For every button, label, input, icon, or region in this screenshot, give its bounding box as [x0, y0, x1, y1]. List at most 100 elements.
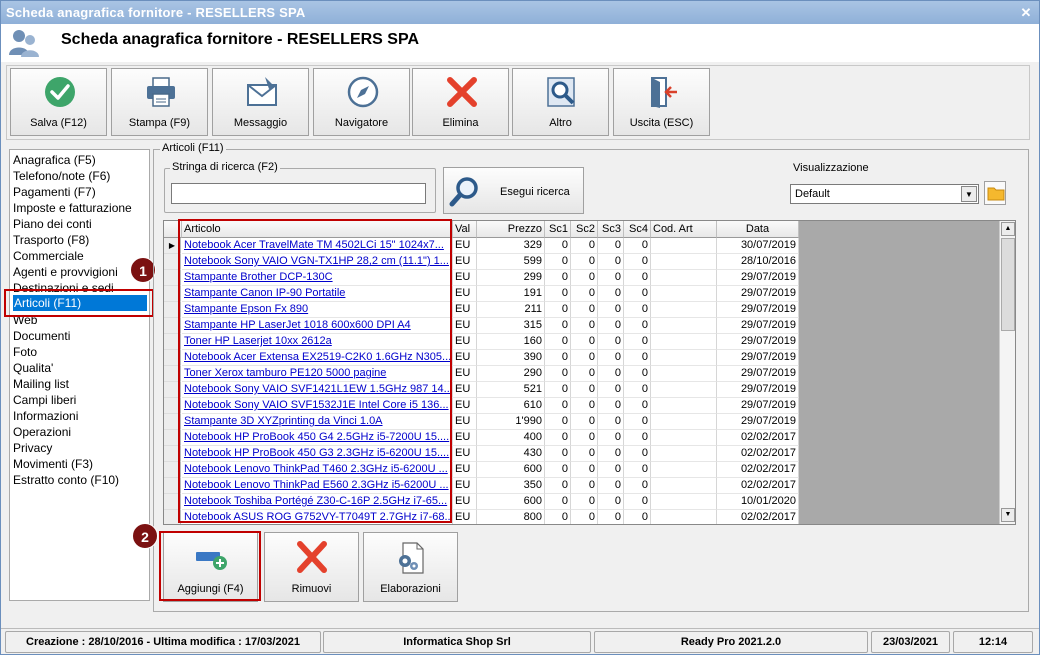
scroll-down-icon[interactable]: ▼ — [1001, 508, 1015, 522]
cell-sc4[interactable]: 0 — [624, 270, 651, 286]
cell-sc2[interactable]: 0 — [571, 238, 598, 254]
cell-sc4[interactable]: 0 — [624, 286, 651, 302]
cell-sc1[interactable]: 0 — [545, 462, 571, 478]
cell-sc2[interactable]: 0 — [571, 302, 598, 318]
cell-sc2[interactable]: 0 — [571, 350, 598, 366]
sidebar-item-anagrafica[interactable]: Anagrafica (F5) — [13, 152, 96, 168]
cell-data[interactable]: 29/07/2019 — [717, 302, 799, 318]
cell-sc1[interactable]: 0 — [545, 398, 571, 414]
cell-data[interactable]: 29/07/2019 — [717, 398, 799, 414]
remove-button[interactable]: Rimuovi — [264, 532, 359, 602]
cell-val[interactable]: EU — [453, 382, 477, 398]
scroll-thumb[interactable] — [1001, 238, 1015, 331]
cell-sc1[interactable]: 0 — [545, 478, 571, 494]
cell-sc4[interactable]: 0 — [624, 494, 651, 510]
processing-button[interactable]: Elaborazioni — [363, 532, 458, 602]
cell-data[interactable]: 30/07/2019 — [717, 238, 799, 254]
cell-data[interactable]: 29/07/2019 — [717, 382, 799, 398]
cell-val[interactable]: EU — [453, 302, 477, 318]
sidebar-item-documenti[interactable]: Documenti — [13, 328, 70, 344]
cell-cod-art[interactable] — [651, 494, 717, 510]
cell-val[interactable]: EU — [453, 350, 477, 366]
cell-prezzo[interactable]: 610 — [477, 398, 545, 414]
cell-prezzo[interactable]: 1'990 — [477, 414, 545, 430]
cell-data[interactable]: 02/02/2017 — [717, 430, 799, 446]
save-button[interactable]: Salva (F12) — [10, 68, 107, 136]
cell-sc4[interactable]: 0 — [624, 398, 651, 414]
cell-sc2[interactable]: 0 — [571, 510, 598, 524]
cell-cod-art[interactable] — [651, 270, 717, 286]
sidebar-item-privacy[interactable]: Privacy — [13, 440, 52, 456]
cell-prezzo[interactable]: 299 — [477, 270, 545, 286]
cell-sc1[interactable]: 0 — [545, 334, 571, 350]
cell-cod-art[interactable] — [651, 446, 717, 462]
sidebar-item-agenti[interactable]: Agenti e provvigioni — [13, 264, 118, 280]
cell-sc1[interactable]: 0 — [545, 238, 571, 254]
cell-cod-art[interactable] — [651, 286, 717, 302]
cell-prezzo[interactable]: 390 — [477, 350, 545, 366]
cell-sc1[interactable]: 0 — [545, 350, 571, 366]
cell-data[interactable]: 02/02/2017 — [717, 462, 799, 478]
cell-val[interactable]: EU — [453, 494, 477, 510]
cell-sc4[interactable]: 0 — [624, 478, 651, 494]
cell-prezzo[interactable]: 800 — [477, 510, 545, 524]
cell-sc3[interactable]: 0 — [598, 366, 624, 382]
cell-sc4[interactable]: 0 — [624, 510, 651, 524]
column-header-sc2[interactable]: Sc2 — [571, 221, 598, 238]
cell-cod-art[interactable] — [651, 430, 717, 446]
sidebar-item-qualita[interactable]: Qualita' — [13, 360, 53, 376]
cell-sc3[interactable]: 0 — [598, 398, 624, 414]
cell-sc1[interactable]: 0 — [545, 286, 571, 302]
cell-sc2[interactable]: 0 — [571, 286, 598, 302]
cell-sc4[interactable]: 0 — [624, 414, 651, 430]
cell-sc2[interactable]: 0 — [571, 398, 598, 414]
cell-prezzo[interactable]: 599 — [477, 254, 545, 270]
cell-sc1[interactable]: 0 — [545, 430, 571, 446]
cell-cod-art[interactable] — [651, 350, 717, 366]
cell-data[interactable]: 29/07/2019 — [717, 270, 799, 286]
cell-sc1[interactable]: 0 — [545, 270, 571, 286]
sidebar-item-commerciale[interactable]: Commerciale — [13, 248, 84, 264]
cell-sc2[interactable]: 0 — [571, 254, 598, 270]
grid-scrollbar[interactable]: ▲ ▼ — [999, 221, 1015, 524]
sidebar-item-telefono[interactable]: Telefono/note (F6) — [13, 168, 110, 184]
sidebar-item-trasporto[interactable]: Trasporto (F8) — [13, 232, 89, 248]
cell-val[interactable]: EU — [453, 446, 477, 462]
cell-data[interactable]: 29/07/2019 — [717, 414, 799, 430]
navigator-button[interactable]: Navigatore — [313, 68, 410, 136]
other-button[interactable]: Altro — [512, 68, 609, 136]
cell-data[interactable]: 29/07/2019 — [717, 366, 799, 382]
cell-prezzo[interactable]: 600 — [477, 494, 545, 510]
cell-prezzo[interactable]: 350 — [477, 478, 545, 494]
print-button[interactable]: Stampa (F9) — [111, 68, 208, 136]
cell-val[interactable]: EU — [453, 318, 477, 334]
cell-sc1[interactable]: 0 — [545, 318, 571, 334]
cell-data[interactable]: 02/02/2017 — [717, 446, 799, 462]
cell-sc3[interactable]: 0 — [598, 286, 624, 302]
cell-sc3[interactable]: 0 — [598, 478, 624, 494]
cell-sc4[interactable]: 0 — [624, 254, 651, 270]
view-select[interactable]: Default ▼ — [790, 184, 979, 204]
cell-sc2[interactable]: 0 — [571, 430, 598, 446]
sidebar-item-movimenti[interactable]: Movimenti (F3) — [13, 456, 93, 472]
cell-sc2[interactable]: 0 — [571, 478, 598, 494]
cell-sc3[interactable]: 0 — [598, 318, 624, 334]
cell-prezzo[interactable]: 211 — [477, 302, 545, 318]
cell-cod-art[interactable] — [651, 398, 717, 414]
cell-sc2[interactable]: 0 — [571, 382, 598, 398]
cell-sc1[interactable]: 0 — [545, 382, 571, 398]
cell-cod-art[interactable] — [651, 238, 717, 254]
cell-prezzo[interactable]: 290 — [477, 366, 545, 382]
cell-prezzo[interactable]: 329 — [477, 238, 545, 254]
cell-sc4[interactable]: 0 — [624, 318, 651, 334]
cell-data[interactable]: 29/07/2019 — [717, 286, 799, 302]
cell-sc2[interactable]: 0 — [571, 494, 598, 510]
cell-cod-art[interactable] — [651, 510, 717, 524]
cell-val[interactable]: EU — [453, 238, 477, 254]
cell-prezzo[interactable]: 160 — [477, 334, 545, 350]
cell-data[interactable]: 10/01/2020 — [717, 494, 799, 510]
cell-cod-art[interactable] — [651, 414, 717, 430]
cell-sc4[interactable]: 0 — [624, 366, 651, 382]
cell-cod-art[interactable] — [651, 366, 717, 382]
cell-sc2[interactable]: 0 — [571, 446, 598, 462]
